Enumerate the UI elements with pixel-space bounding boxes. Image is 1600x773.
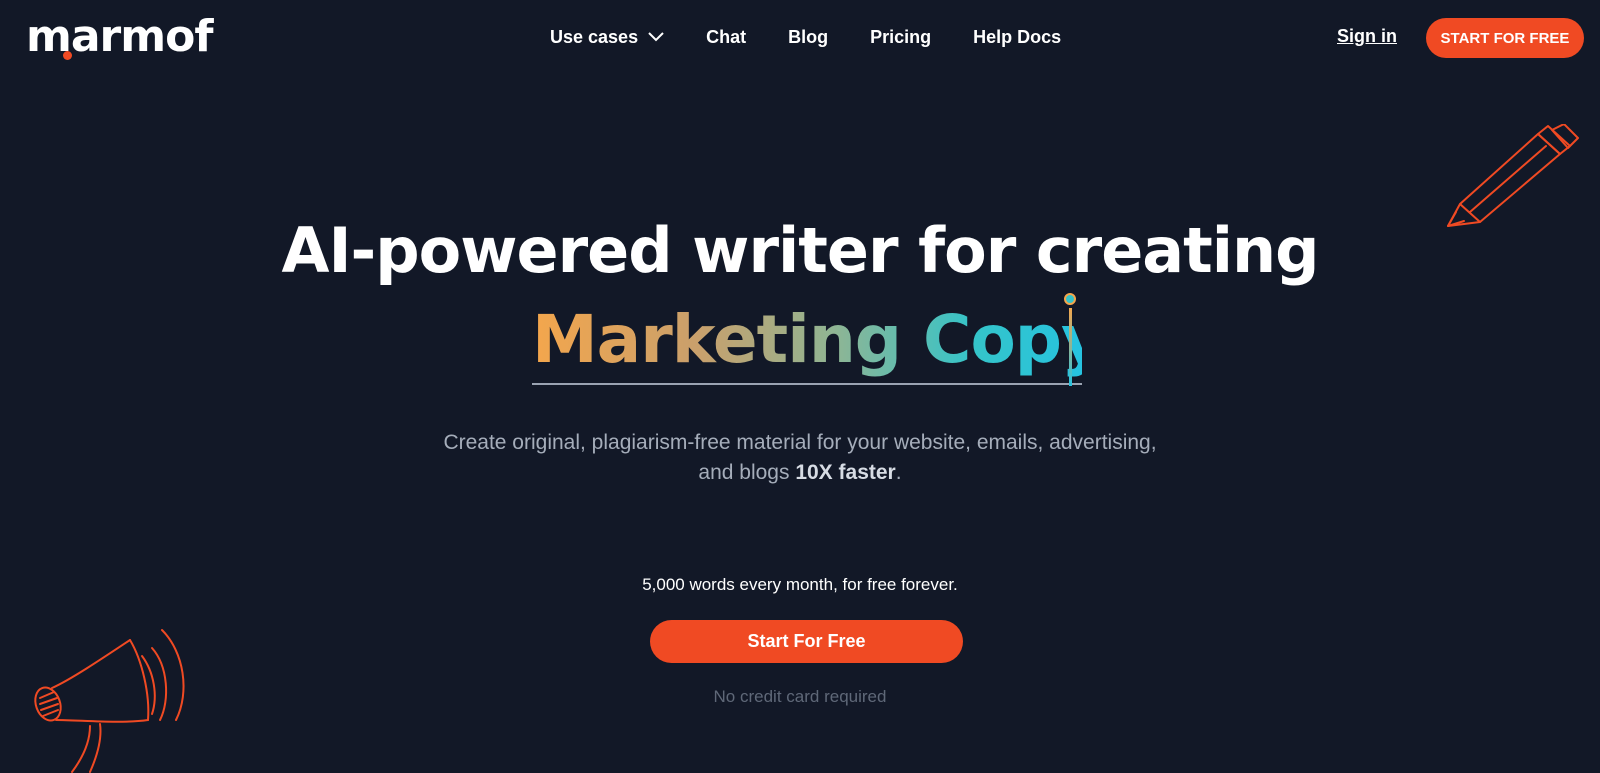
header-start-free-button[interactable]: START FOR FREE [1426, 18, 1584, 58]
nav-item-label: Blog [788, 26, 829, 47]
hero-subtitle: Create original, plagiarism-free materia… [0, 428, 1600, 488]
typed-underline [532, 383, 1082, 385]
typed-headline: Marketing Copy. [532, 293, 1122, 386]
start-for-free-button[interactable]: Start For Free [650, 620, 963, 663]
main-nav: Use cases Chat Blog Pricing Help Docs [550, 22, 1103, 52]
nav-item-pricing[interactable]: Pricing [870, 27, 931, 48]
nav-item-blog[interactable]: Blog [788, 27, 828, 48]
hero-title: AI-powered writer for creating [281, 214, 1320, 287]
logo-text: marmof [26, 11, 213, 62]
subtitle-line-2: and blogs 10X faster. [0, 458, 1600, 488]
no-credit-card-note: No credit card required [713, 687, 887, 706]
nav-item-label: Help Docs [973, 26, 1062, 47]
subtitle-highlight: 10X faster [795, 461, 896, 484]
landing-page: marmof Use cases Chat Blog Pricing Help … [0, 0, 1600, 773]
logo[interactable]: marmof [26, 11, 213, 62]
text-cursor [1069, 308, 1072, 386]
logo-dot [63, 51, 72, 60]
nav-item-label: Chat [706, 26, 747, 47]
typed-text: Marketing Copy. [532, 301, 1122, 378]
sign-in-link[interactable]: Sign in [1337, 26, 1397, 47]
megaphone-icon [34, 629, 185, 773]
subtitle-line-2-prefix: and blogs [698, 461, 796, 484]
free-words-note: 5,000 words every month, for free foreve… [642, 575, 958, 594]
nav-item-chat[interactable]: Chat [706, 27, 746, 48]
nav-item-label: Use cases [550, 26, 639, 47]
chevron-down-icon [648, 32, 664, 42]
subtitle-line-1: Create original, plagiarism-free materia… [443, 431, 1157, 454]
text-cursor-knob [1064, 293, 1076, 305]
nav-item-label: Pricing [870, 26, 932, 47]
nav-item-help-docs[interactable]: Help Docs [973, 27, 1061, 48]
nav-item-use-cases[interactable]: Use cases [550, 27, 664, 48]
subtitle-line-2-suffix: . [895, 461, 902, 484]
